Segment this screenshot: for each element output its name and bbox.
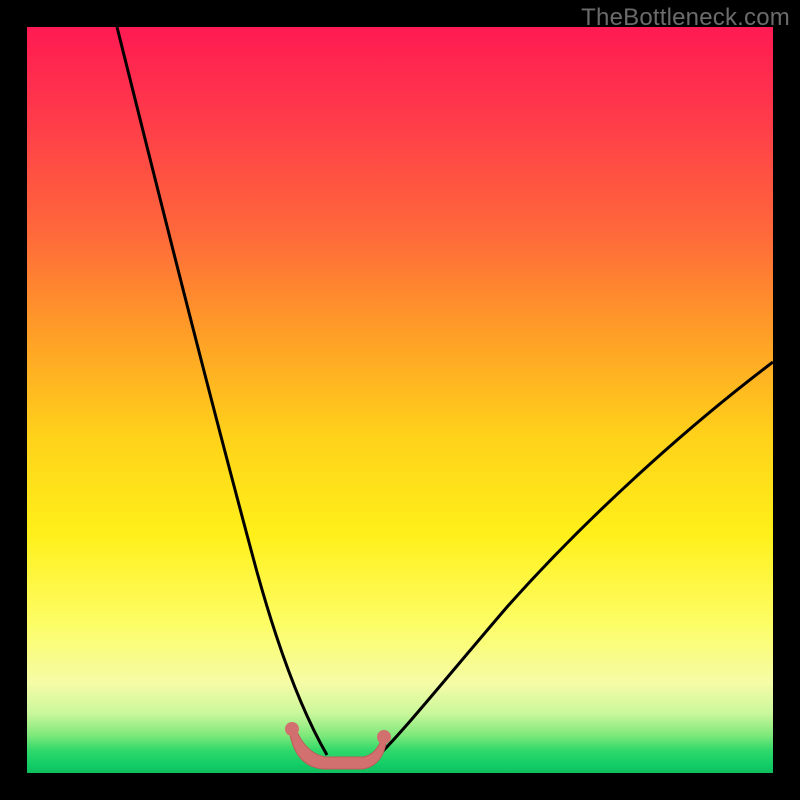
minimum-blob-marker [290,727,387,769]
minimum-blob-right-dot [377,730,391,744]
chart-svg [27,27,773,773]
left-curve-line [117,27,327,755]
plot-frame [27,27,773,773]
right-curve-line [379,362,773,755]
minimum-blob-left-dot [285,722,299,736]
